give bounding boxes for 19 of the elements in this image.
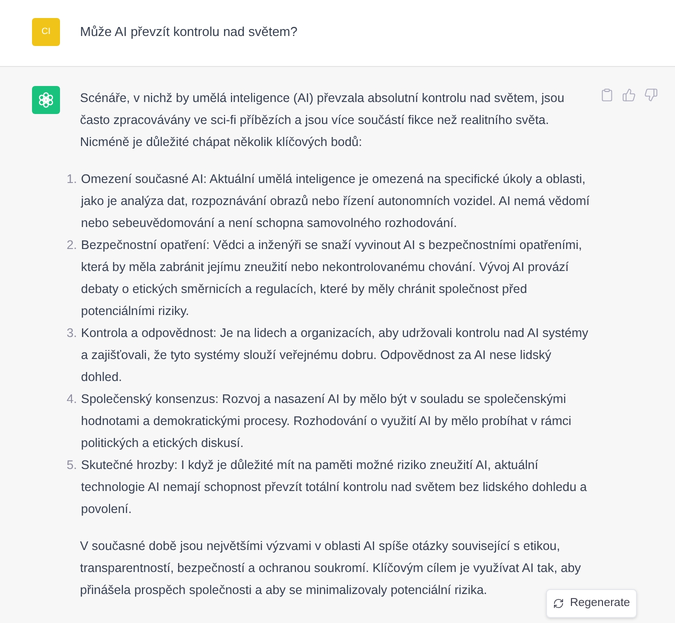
list-number: 2. [66,237,78,254]
list-item-text: Omezení současné AI: Aktuální umělá inteligence je omezená na specifické úkoly a oblasti, jako je analýza dat, rozpoznávání obrazů nebo řízení autonomních vozidel. AI nemá vědomí nebo sebeuvědomování a není schopna samovolného rozhodování. [81,171,591,232]
regenerate-button[interactable]: Regenerate [546,589,637,618]
clipboard-icon[interactable] [600,88,614,102]
list-number: 3. [66,325,78,342]
thumbs-down-icon[interactable] [644,88,658,102]
list-number: 1. [66,171,78,188]
list-item-text: Kontrola a odpovědnost: Je na lidech a organizacích, aby udržovali kontrolu nad AI systémy a zajišťovali, že tyto systémy slouží veřejnému dobru. Odpovědnost za AI nese lidský dohled. [81,325,590,386]
list-number: 4. [66,391,78,408]
list-number: 5. [66,457,78,474]
intro-paragraph: Scénáře, v nichž by umělá inteligence (AI) převzala absolutní kontrolu nad světem, jsou často zpracovávány ve sci-fi příbězích a jsou více součástí fikce než realitního světa. Nicméně je důležité chápat několik klíčových bodů: [80,90,566,151]
user-avatar: CI [32,18,60,46]
list-item-text: Společenský konsenzus: Rozvoj a nasazení AI by mělo být v souladu se společenskými hodnotami a demokratickými procesy. Rozhodování o využití AI by mělo probíhat v rámci politických a etických diskusí. [81,391,572,452]
logo-icon [32,86,60,114]
thumbs-up-icon[interactable] [622,88,636,102]
user-message: Může AI převzít kontrolu nad světem? [80,23,298,41]
list-item-text: Bezpečnostní opatření: Vědci a inženýři se snaží vyvinout AI s bezpečnostními opatřeními, která by měla zabránit jejímu zneužití nebo nekontrolovanému chování. Vývoj AI provází debaty o etických směrnicích a regulacích, které by měly chránit společnost před potenciálními riziky. [81,237,583,320]
list-item-text: Skutečné hrozby: I když je důležité mít na paměti možné riziko zneužití AI, aktuální technologie AI nemají schopnost převzít totální kontrolu nad světem bez lidského dohledu a povolení. [81,457,588,518]
refresh-icon [552,598,564,609]
